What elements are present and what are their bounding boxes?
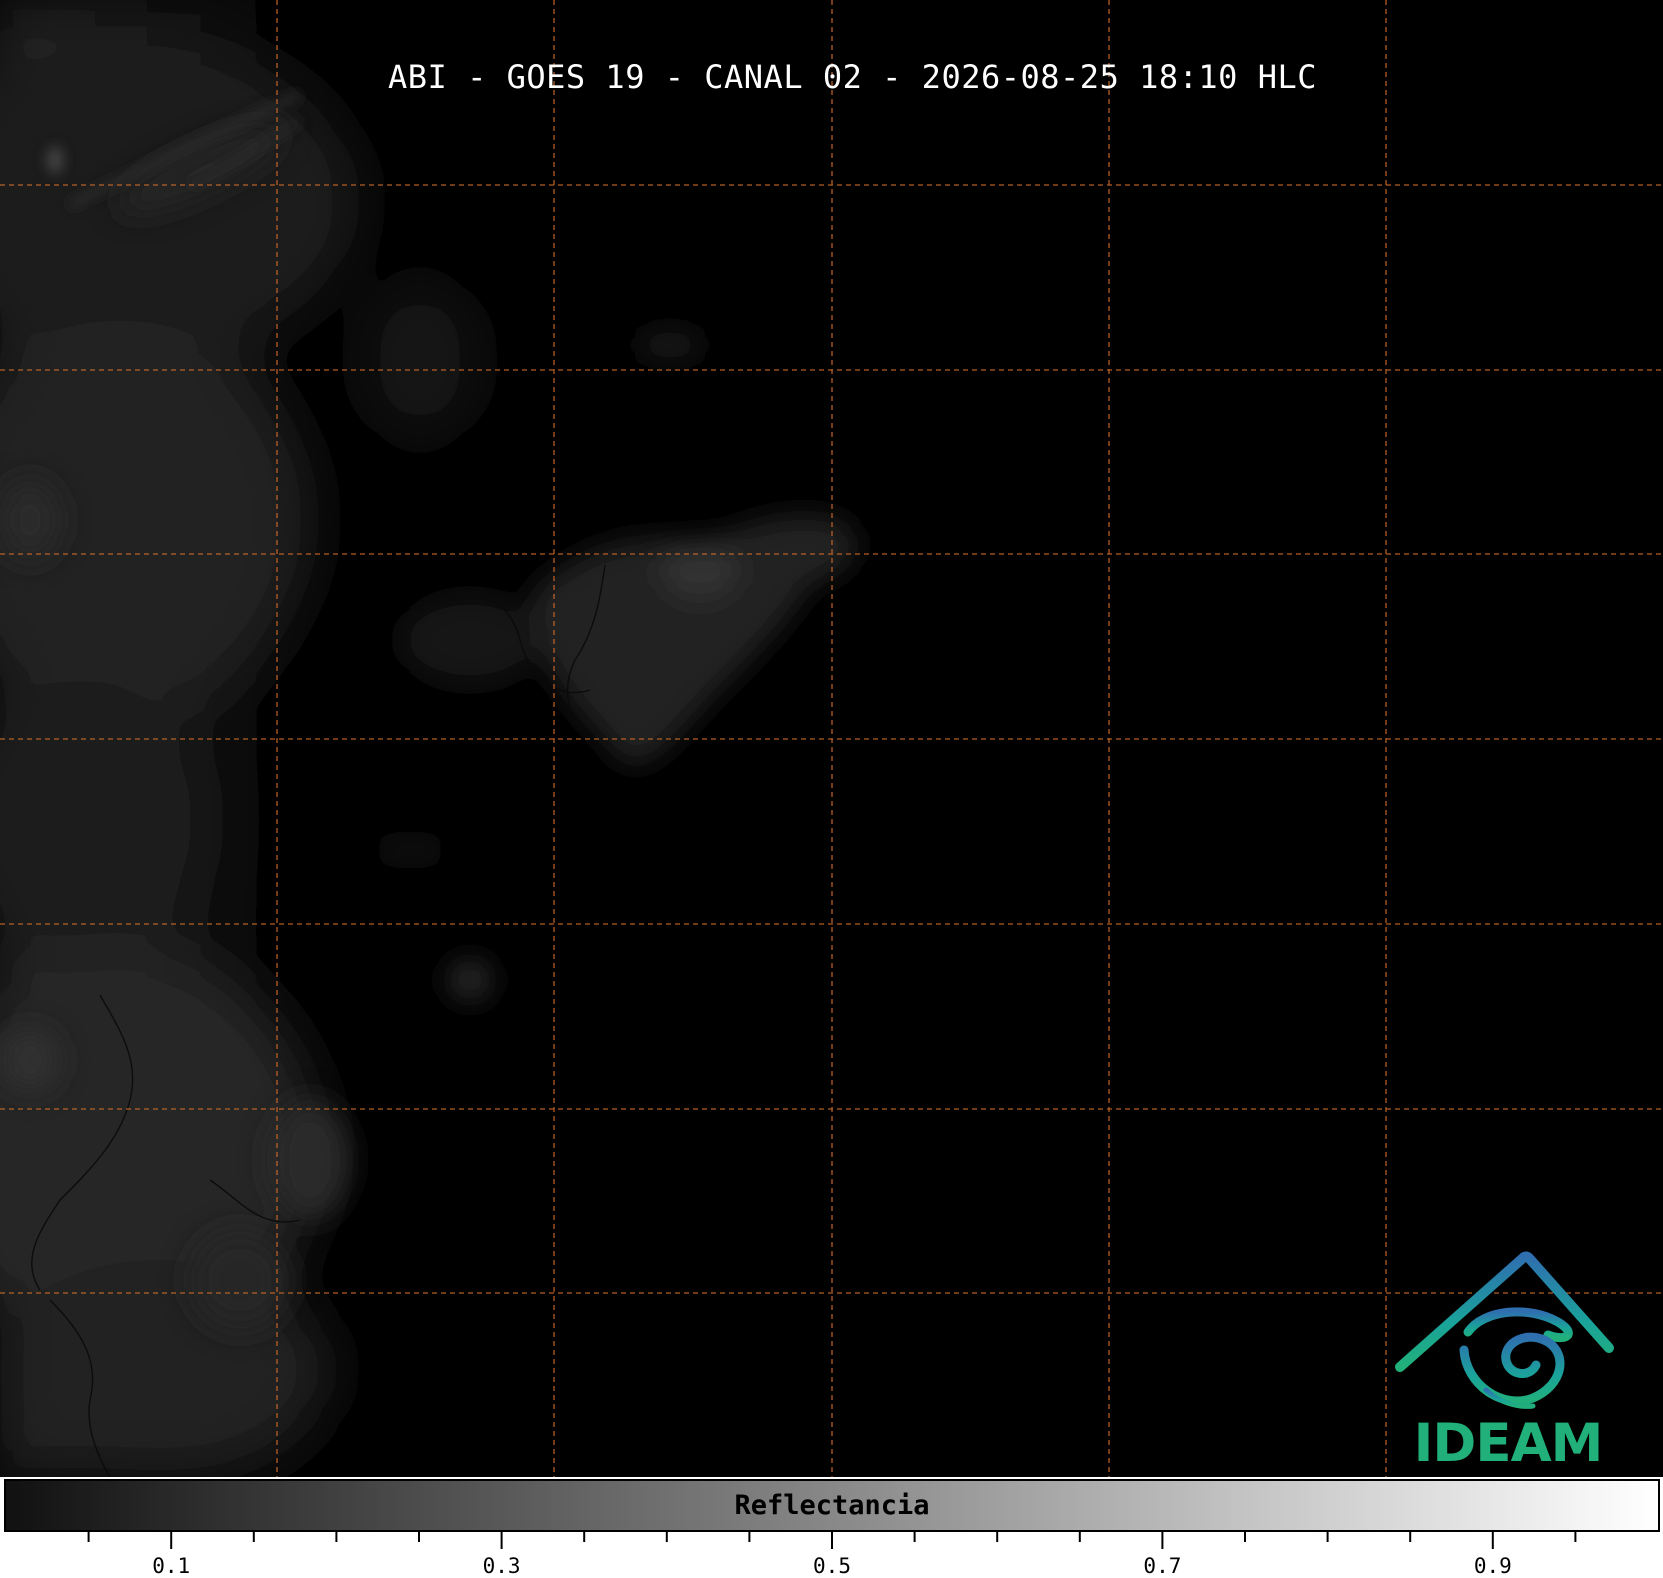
ideam-logo: IDEAM [1388, 1250, 1628, 1475]
ideam-logo-text: IDEAM [1413, 1413, 1604, 1474]
colorbar-tick-label: 0.7 [1143, 1554, 1182, 1578]
colorbar-label: Reflectancia [734, 1490, 930, 1521]
colorbar-tick-label: 0.3 [482, 1554, 521, 1578]
ideam-logo-icon [1395, 1251, 1614, 1409]
colorbar-tick-label: 0.1 [152, 1554, 191, 1578]
satellite-map: ABI - GOES 19 - CANAL 02 - 2026-08-25 18… [0, 0, 1663, 1477]
satellite-image-panel: ABI - GOES 19 - CANAL 02 - 2026-08-25 18… [0, 0, 1663, 1578]
colorbar-tick-label: 0.5 [813, 1554, 851, 1578]
reflectance-colorbar: Reflectancia [4, 1479, 1660, 1532]
image-title: ABI - GOES 19 - CANAL 02 - 2026-08-25 18… [388, 58, 1317, 96]
colorbar-tick-label: 0.9 [1473, 1554, 1512, 1578]
